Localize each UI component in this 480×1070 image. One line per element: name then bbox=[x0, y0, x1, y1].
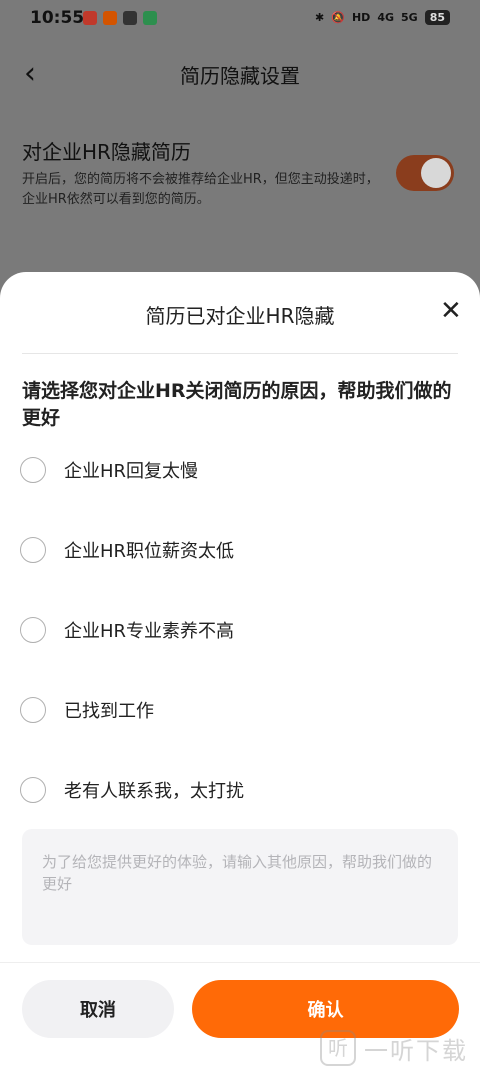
watermark-text: 一听下载 bbox=[364, 1036, 468, 1065]
mute-icon: 🔕 bbox=[331, 11, 345, 24]
reason-question: 请选择您对企业HR关闭简历的原因，帮助我们做的更好 bbox=[22, 380, 452, 429]
page-title: 简历隐藏设置 bbox=[180, 64, 300, 88]
app-notification-icon bbox=[83, 11, 97, 25]
option-label: 老有人联系我，太打扰 bbox=[64, 781, 244, 802]
hide-resume-toggle[interactable] bbox=[396, 155, 454, 191]
reason-option[interactable]: 企业HR回复太慢 bbox=[20, 453, 440, 487]
weibo-notification-icon bbox=[103, 11, 117, 25]
option-label: 企业HR回复太慢 bbox=[64, 461, 199, 482]
radio-button[interactable] bbox=[20, 537, 46, 563]
hd-badge: HD bbox=[351, 11, 371, 24]
setting-title: 对企业HR隐藏简历 bbox=[22, 140, 191, 164]
radio-button[interactable] bbox=[20, 777, 46, 803]
mail-notification-icon bbox=[123, 11, 137, 25]
play-notification-icon bbox=[143, 11, 157, 25]
reason-bottom-sheet: 简历已对企业HR隐藏 ✕ 请选择您对企业HR关闭简历的原因，帮助我们做的更好 企… bbox=[0, 272, 480, 1070]
radio-button[interactable] bbox=[20, 697, 46, 723]
bluetooth-icon: ✱ bbox=[315, 11, 325, 24]
reason-option[interactable]: 老有人联系我，太打扰 bbox=[20, 773, 440, 807]
divider bbox=[0, 962, 480, 963]
divider bbox=[22, 353, 458, 354]
reason-option[interactable]: 已找到工作 bbox=[20, 693, 440, 727]
reason-option[interactable]: 企业HR专业素养不高 bbox=[20, 613, 440, 647]
radio-button[interactable] bbox=[20, 617, 46, 643]
watermark-logo: 听 bbox=[320, 1030, 356, 1066]
network-5g-label: 5G bbox=[401, 11, 418, 24]
option-label: 已找到工作 bbox=[64, 701, 154, 722]
notification-icons bbox=[83, 11, 157, 25]
reason-option[interactable]: 企业HR职位薪资太低 bbox=[20, 533, 440, 567]
close-icon[interactable]: ✕ bbox=[440, 298, 462, 324]
status-time: 10:55 bbox=[30, 8, 85, 28]
option-label: 企业HR专业素养不高 bbox=[64, 621, 235, 642]
system-icons: ✱ 🔕 HD 4G 5G 85 bbox=[315, 10, 450, 25]
radio-button[interactable] bbox=[20, 457, 46, 483]
status-bar: 10:55 ✱ 🔕 HD 4G 5G 85 bbox=[0, 0, 480, 38]
battery-indicator: 85 bbox=[424, 10, 450, 25]
watermark: 听 一听下载 bbox=[320, 1030, 468, 1066]
other-reason-input[interactable] bbox=[22, 829, 458, 945]
option-label: 企业HR职位薪资太低 bbox=[64, 541, 235, 562]
network-4g-label: 4G bbox=[377, 11, 394, 24]
toggle-knob bbox=[421, 158, 451, 188]
cancel-button[interactable]: 取消 bbox=[22, 980, 174, 1038]
setting-description: 开启后，您的简历将不会被推荐给企业HR，但您主动投递时，企业HR依然可以看到您的… bbox=[22, 172, 379, 207]
sheet-title: 简历已对企业HR隐藏 bbox=[145, 304, 335, 328]
